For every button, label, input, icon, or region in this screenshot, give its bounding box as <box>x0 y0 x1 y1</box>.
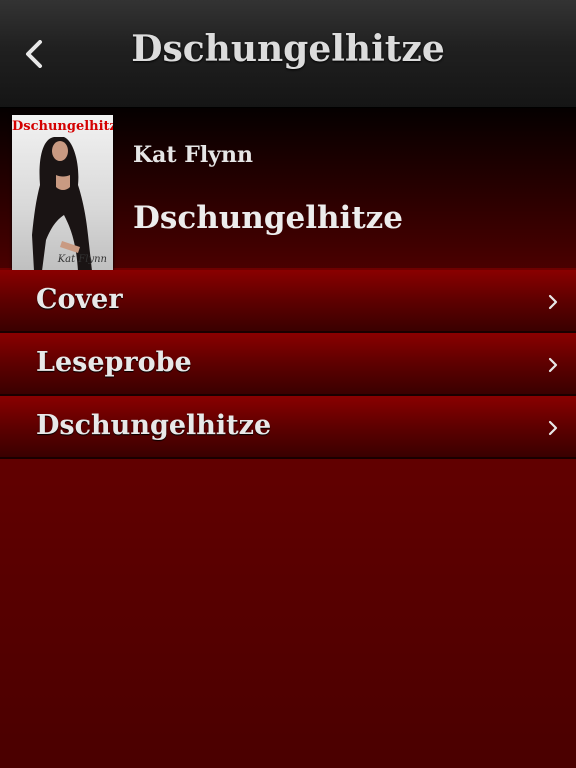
menu-item-cover[interactable]: Cover <box>0 270 576 333</box>
chevron-right-icon <box>548 294 558 310</box>
author-name: Kat Flynn <box>133 142 253 168</box>
menu-item-dschungelhitze[interactable]: Dschungelhitze <box>0 396 576 459</box>
cover-author-text: Kat Flynn <box>57 254 107 265</box>
page-title: Dschungelhitze <box>131 28 445 70</box>
menu-item-label: Leseprobe <box>36 347 192 378</box>
navigation-bar: Dschungelhitze <box>0 0 576 108</box>
book-header: Dschungelhitze Kat Flynn Kat Flynn Dschu… <box>0 108 576 271</box>
menu-item-label: Cover <box>36 284 123 315</box>
menu-item-leseprobe[interactable]: Leseprobe <box>0 333 576 396</box>
chevron-right-icon <box>548 357 558 373</box>
cover-figure-image <box>32 137 92 271</box>
book-cover-image: Dschungelhitze Kat Flynn <box>12 115 113 271</box>
menu-item-label: Dschungelhitze <box>36 410 272 441</box>
menu-list: Cover Leseprobe Dschungelhitze <box>0 270 576 459</box>
chevron-right-icon <box>548 420 558 436</box>
book-title: Dschungelhitze <box>133 200 403 236</box>
